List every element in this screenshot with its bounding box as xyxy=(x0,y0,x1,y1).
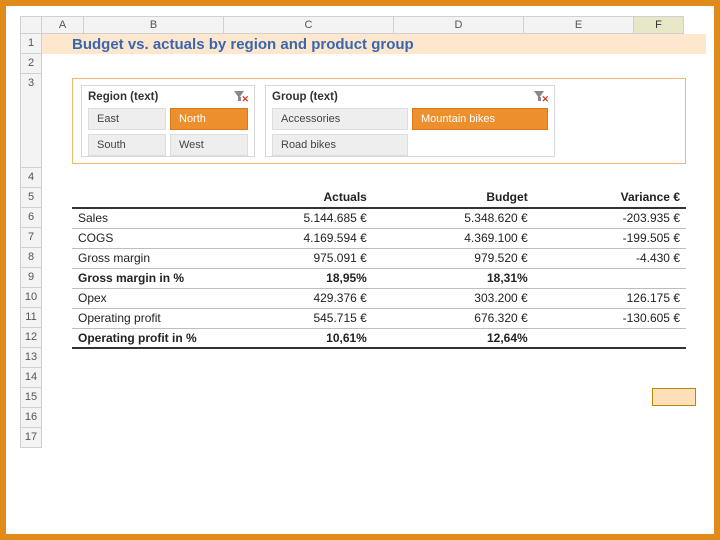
slicer-region-item-north[interactable]: North xyxy=(170,108,248,130)
budget-table: ActualsBudgetVariance € Sales5.144.685 €… xyxy=(72,188,686,349)
blank-row-2 xyxy=(42,54,706,74)
row-header-3[interactable]: 3 xyxy=(20,74,42,168)
row-header-14[interactable]: 14 xyxy=(20,368,42,388)
slicer-group-item-accessories[interactable]: Accessories xyxy=(272,108,408,130)
slicer-region: Region (text) ✕ EastNorthSouthWest xyxy=(81,85,255,157)
cell-value[interactable]: 975.091 € xyxy=(212,248,373,268)
cell-value[interactable]: 10,61% xyxy=(212,328,373,348)
cell-value[interactable]: 4.369.100 € xyxy=(373,228,534,248)
row-headers: 1234567891011121314151617 xyxy=(20,34,42,448)
row-label[interactable]: COGS xyxy=(72,228,212,248)
slicer-region-item-west[interactable]: West xyxy=(170,134,248,156)
column-headers: ABCDEF xyxy=(20,16,706,34)
title-row: Budget vs. actuals by region and product… xyxy=(42,34,706,54)
slicer-group-clear-button[interactable]: ✕ xyxy=(532,90,548,104)
clear-x-icon: ✕ xyxy=(241,94,249,105)
column-header-D[interactable]: D xyxy=(394,16,524,34)
column-header-A[interactable]: A xyxy=(42,16,84,34)
row-header-9[interactable]: 9 xyxy=(20,268,42,288)
table-row: COGS4.169.594 €4.369.100 €-199.505 € xyxy=(72,228,686,248)
row-header-5[interactable]: 5 xyxy=(20,188,42,208)
table-header-label xyxy=(72,188,212,208)
column-header-C[interactable]: C xyxy=(224,16,394,34)
table-header-Variance €: Variance € xyxy=(534,188,686,208)
slicer-group-item-road-bikes[interactable]: Road bikes xyxy=(272,134,408,156)
row-header-15[interactable]: 15 xyxy=(20,388,42,408)
column-header-B[interactable]: B xyxy=(84,16,224,34)
slicer-group-item-mountain-bikes[interactable]: Mountain bikes xyxy=(412,108,548,130)
row-header-1[interactable]: 1 xyxy=(20,34,42,54)
clear-x-icon: ✕ xyxy=(541,94,549,105)
row-header-12[interactable]: 12 xyxy=(20,328,42,348)
cell-value[interactable] xyxy=(534,328,686,348)
row-header-8[interactable]: 8 xyxy=(20,248,42,268)
row-header-17[interactable]: 17 xyxy=(20,428,42,448)
row-label[interactable]: Operating profit in % xyxy=(72,328,212,348)
column-header-F[interactable]: F xyxy=(634,16,684,34)
slicer-region-title: Region (text) xyxy=(88,91,158,103)
cell-value[interactable]: 545.715 € xyxy=(212,308,373,328)
row-header-2[interactable]: 2 xyxy=(20,54,42,74)
table-row: Operating profit in %10,61%12,64% xyxy=(72,328,686,348)
row-header-11[interactable]: 11 xyxy=(20,308,42,328)
row-label[interactable]: Gross margin in % xyxy=(72,268,212,288)
cell-value[interactable]: -4.430 € xyxy=(534,248,686,268)
row-label[interactable]: Opex xyxy=(72,288,212,308)
row-header-13[interactable]: 13 xyxy=(20,348,42,368)
row-label[interactable]: Operating profit xyxy=(72,308,212,328)
table-row: Gross margin in %18,95%18,31% xyxy=(72,268,686,288)
spreadsheet: ABCDEF 1234567891011121314151617 Budget … xyxy=(20,16,706,526)
slicer-region-item-east[interactable]: East xyxy=(88,108,166,130)
column-header-E[interactable]: E xyxy=(524,16,634,34)
app-window: ABCDEF 1234567891011121314151617 Budget … xyxy=(0,0,720,540)
cell-value[interactable]: 4.169.594 € xyxy=(212,228,373,248)
table-row: Gross margin975.091 €979.520 €-4.430 € xyxy=(72,248,686,268)
cell-value[interactable]: 5.348.620 € xyxy=(373,208,534,228)
slicer-group: Group (text) ✕ AccessoriesMountain bikes… xyxy=(265,85,555,157)
cell-value[interactable]: 18,31% xyxy=(373,268,534,288)
cell-value[interactable]: 5.144.685 € xyxy=(212,208,373,228)
cell-value[interactable]: -203.935 € xyxy=(534,208,686,228)
slicer-row: Region (text) ✕ EastNorthSouthWest xyxy=(42,74,706,168)
select-all-corner[interactable] xyxy=(20,16,42,34)
row-header-6[interactable]: 6 xyxy=(20,208,42,228)
row-header-4[interactable]: 4 xyxy=(20,168,42,188)
cell-value[interactable] xyxy=(534,268,686,288)
blank-row-4 xyxy=(42,168,706,188)
page-title: Budget vs. actuals by region and product… xyxy=(72,36,414,53)
table-header-Actuals: Actuals xyxy=(212,188,373,208)
data-area: ActualsBudgetVariance € Sales5.144.685 €… xyxy=(42,188,706,349)
table-row: Operating profit545.715 €676.320 €-130.6… xyxy=(72,308,686,328)
cell-value[interactable]: -130.605 € xyxy=(534,308,686,328)
row-label[interactable]: Gross margin xyxy=(72,248,212,268)
cell-value[interactable]: -199.505 € xyxy=(534,228,686,248)
row-header-16[interactable]: 16 xyxy=(20,408,42,428)
row-header-7[interactable]: 7 xyxy=(20,228,42,248)
slicer-region-clear-button[interactable]: ✕ xyxy=(232,90,248,104)
cell-value[interactable]: 979.520 € xyxy=(373,248,534,268)
selected-cell-f17[interactable] xyxy=(652,388,696,406)
cell-value[interactable]: 303.200 € xyxy=(373,288,534,308)
table-row: Sales5.144.685 €5.348.620 €-203.935 € xyxy=(72,208,686,228)
cell-value[interactable]: 429.376 € xyxy=(212,288,373,308)
table-row: Opex429.376 €303.200 €126.175 € xyxy=(72,288,686,308)
cell-value[interactable]: 126.175 € xyxy=(534,288,686,308)
slicer-group-title: Group (text) xyxy=(272,91,338,103)
table-header-Budget: Budget xyxy=(373,188,534,208)
cell-value[interactable]: 676.320 € xyxy=(373,308,534,328)
row-header-10[interactable]: 10 xyxy=(20,288,42,308)
cell-value[interactable]: 12,64% xyxy=(373,328,534,348)
cell-value[interactable]: 18,95% xyxy=(212,268,373,288)
row-label[interactable]: Sales xyxy=(72,208,212,228)
sheet-content: Budget vs. actuals by region and product… xyxy=(42,34,706,448)
slicer-region-item-south[interactable]: South xyxy=(88,134,166,156)
slicer-container: Region (text) ✕ EastNorthSouthWest xyxy=(72,78,686,164)
